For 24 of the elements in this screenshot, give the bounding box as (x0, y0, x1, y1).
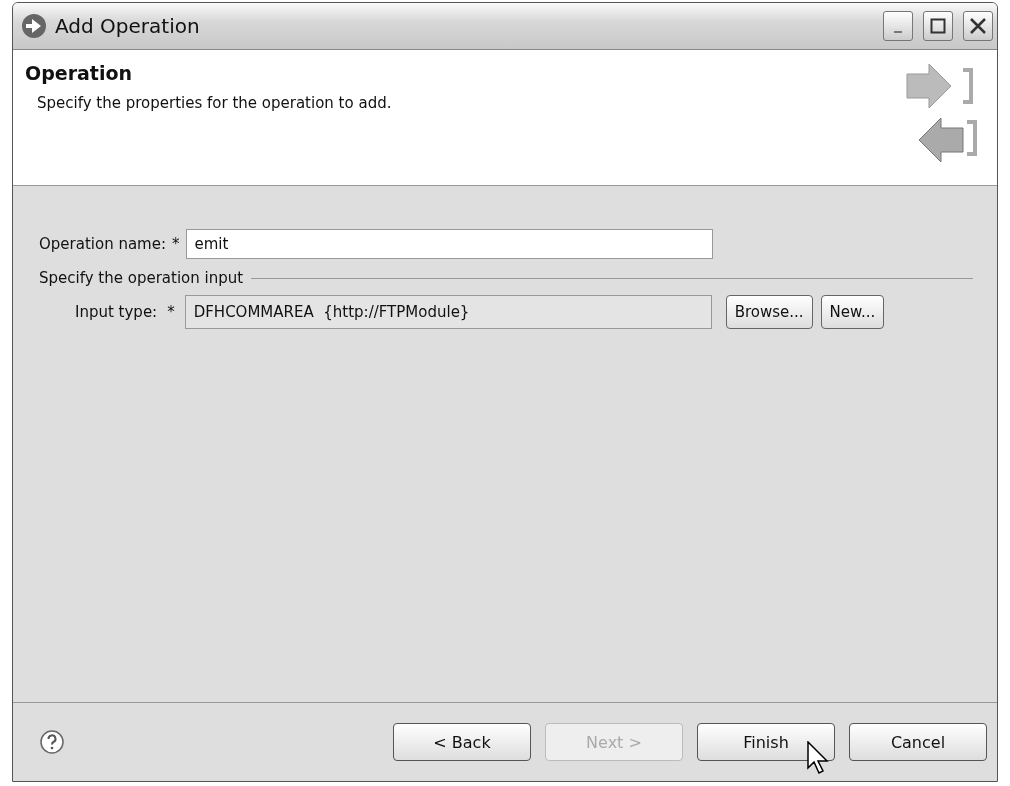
operation-name-field[interactable]: emit (185, 229, 713, 259)
back-button[interactable]: < Back (393, 723, 531, 761)
page-description: Specify the properties for the operation to add. (37, 94, 393, 112)
browse-button[interactable]: Browse... (725, 295, 813, 329)
required-mark: * (172, 235, 180, 253)
group-label: Specify the operation input (39, 269, 244, 287)
cancel-button[interactable]: Cancel (849, 723, 987, 761)
maximize-button[interactable] (923, 11, 953, 41)
page-title: Operation (25, 62, 133, 84)
help-icon[interactable] (39, 729, 65, 755)
close-icon (969, 17, 987, 35)
close-button[interactable] (963, 11, 993, 41)
input-type-field[interactable]: DFHCOMMAREA {http://FTPModule} (184, 295, 712, 329)
mouse-cursor-icon (807, 741, 831, 775)
finish-button[interactable]: Finish (697, 723, 835, 761)
minimize-button[interactable] (883, 11, 913, 41)
maximize-icon (930, 18, 946, 34)
window-title: Add Operation (55, 14, 201, 38)
field-label: Input type: (75, 303, 158, 321)
app-icon (21, 13, 47, 39)
field-label: Operation name: (39, 235, 166, 253)
minimize-icon (894, 31, 902, 33)
required-mark: * (167, 303, 175, 321)
new-button[interactable]: New... (820, 295, 885, 329)
